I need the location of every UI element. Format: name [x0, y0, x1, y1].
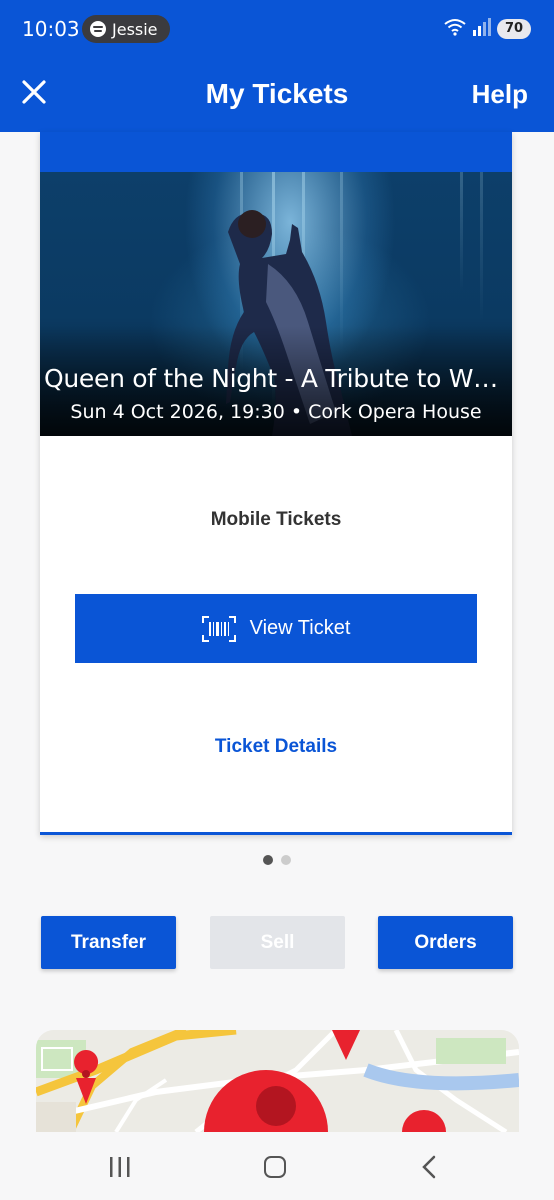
status-bar: 10:03 Jessie 70: [0, 0, 554, 52]
wifi-icon: [444, 19, 466, 36]
home-icon[interactable]: [264, 1156, 286, 1178]
spotify-icon: [90, 21, 106, 37]
ticket-card: Queen of the Night - A Tribute to Whit… …: [40, 132, 512, 835]
signal-icon: [473, 18, 491, 36]
event-title: Queen of the Night - A Tribute to Whit…: [44, 364, 508, 393]
sell-button: Sell: [210, 916, 345, 969]
status-time: 10:03: [22, 17, 80, 41]
ticket-details-link[interactable]: Ticket Details: [40, 736, 512, 758]
ticket-card-header: [40, 132, 512, 172]
event-image: Queen of the Night - A Tribute to Whit… …: [40, 172, 512, 436]
view-ticket-button[interactable]: View Ticket: [75, 594, 477, 663]
barcode-icon: [201, 615, 236, 642]
spotify-now-playing-pill[interactable]: Jessie: [82, 15, 170, 43]
venue-map[interactable]: [36, 1030, 519, 1132]
back-icon[interactable]: [420, 1155, 438, 1179]
ticket-delivery-type: Mobile Tickets: [210, 509, 342, 530]
system-navigation-bar: [0, 1132, 554, 1200]
orders-button[interactable]: Orders: [378, 916, 513, 969]
transfer-button[interactable]: Transfer: [41, 916, 176, 969]
event-date-venue: Sun 4 Oct 2026, 19:30 • Cork Opera House: [70, 401, 482, 423]
battery-indicator: 70: [497, 19, 531, 39]
pager-dot: [281, 855, 291, 865]
recent-apps-icon[interactable]: [108, 1157, 132, 1177]
pager-dot-active: [263, 855, 273, 865]
view-ticket-label: View Ticket: [249, 617, 351, 639]
app-bar: My Tickets Help: [0, 52, 554, 132]
help-button[interactable]: Help: [472, 79, 528, 110]
spotify-user-name: Jessie: [112, 19, 158, 39]
